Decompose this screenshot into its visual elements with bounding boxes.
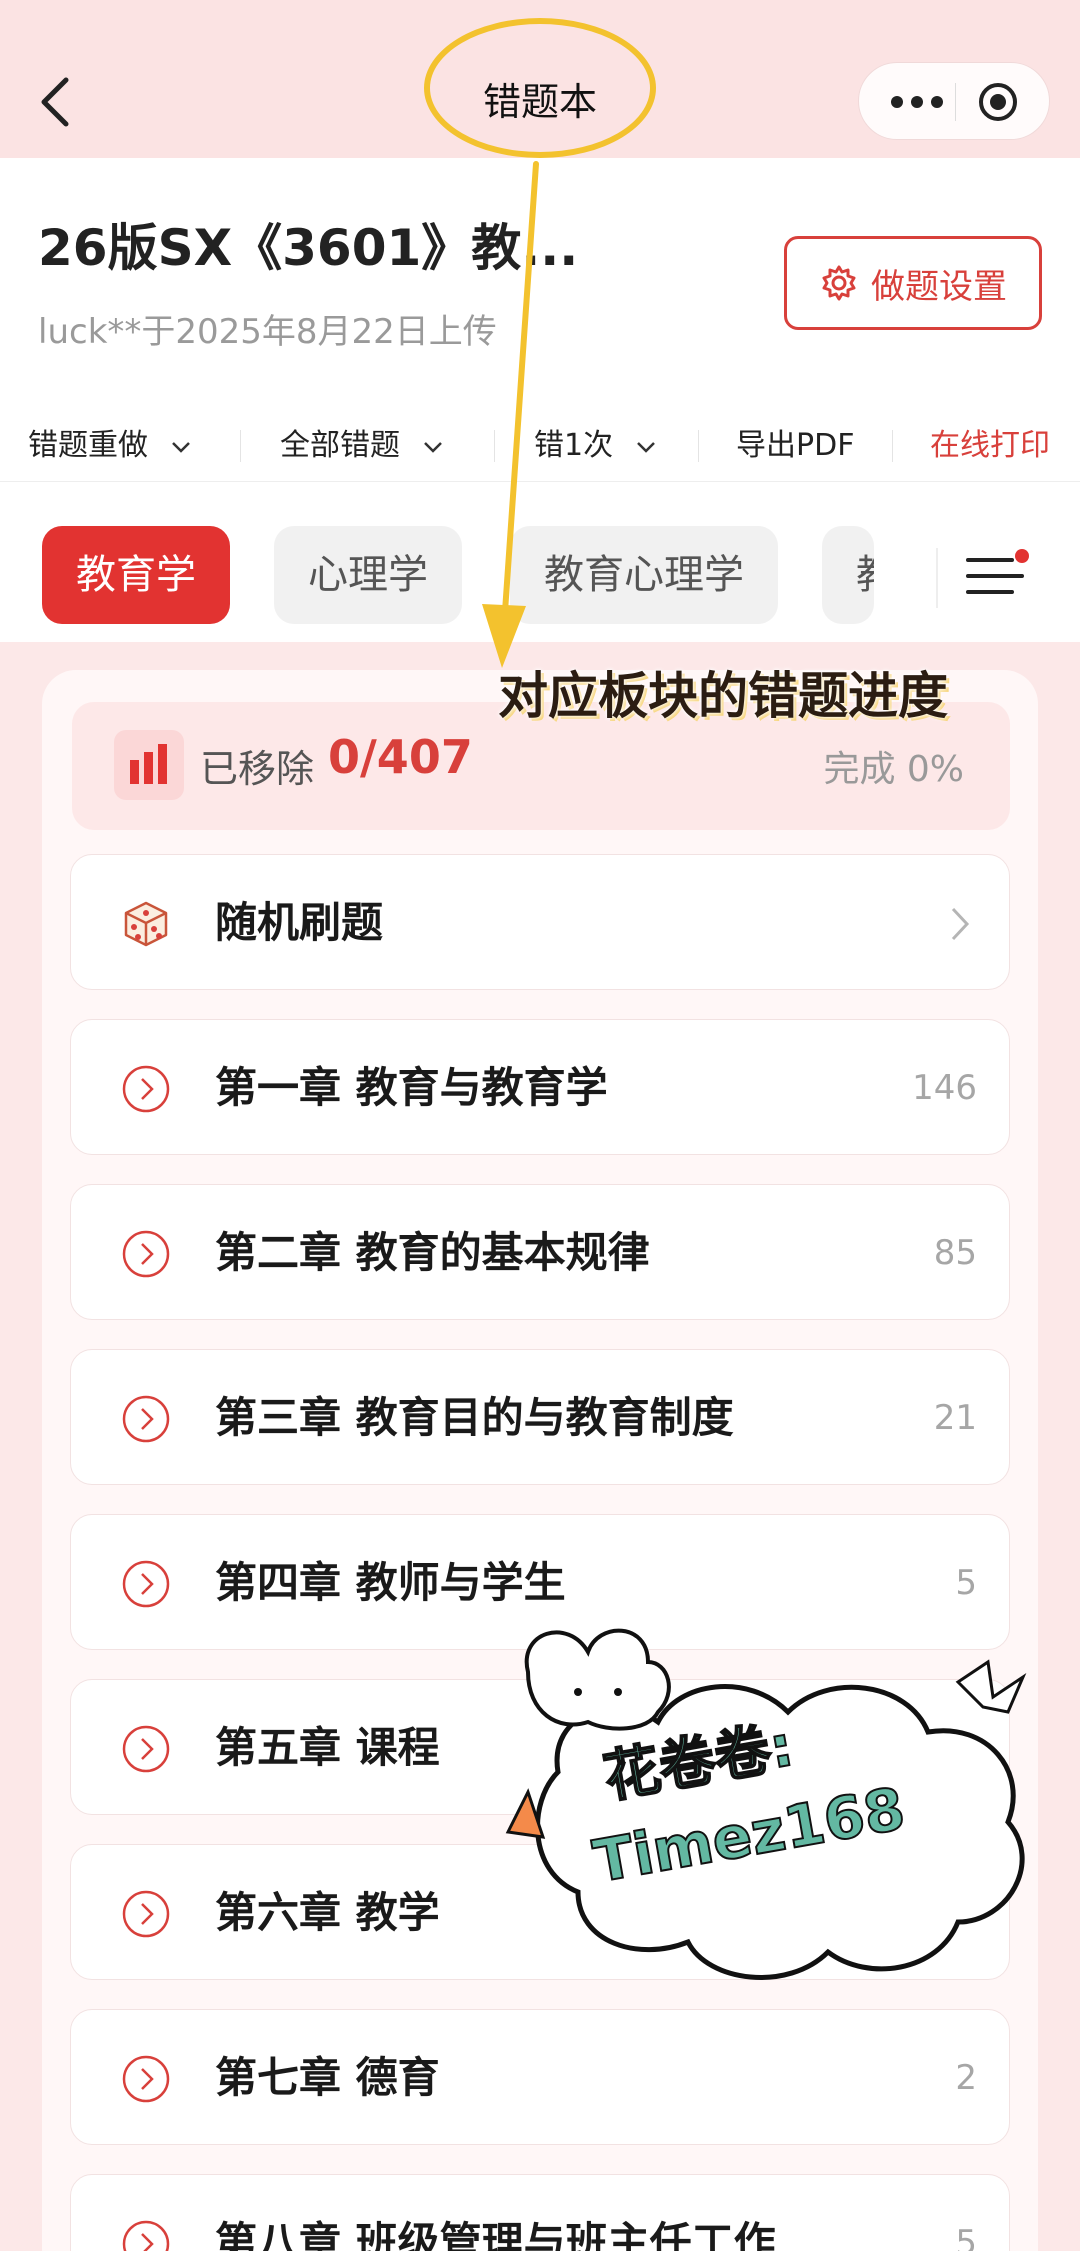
filter-label: 全部错题 — [280, 428, 400, 463]
play-circle-icon — [122, 1725, 170, 1773]
more-icon[interactable] — [889, 89, 945, 115]
filter-redo-dropdown[interactable]: 错题重做 — [28, 410, 192, 482]
removed-label: 已移除 — [200, 747, 315, 791]
chevron-down-icon — [423, 441, 442, 453]
filter-label: 错题重做 — [28, 428, 148, 463]
chapter-row[interactable]: 第二章 教育的基本规律 85 — [70, 1184, 1010, 1320]
mini-program-capsule — [858, 62, 1050, 140]
chapter-title: 第五章 课程 — [215, 1723, 440, 1772]
play-circle-icon — [122, 1230, 170, 1278]
removed-count: 0/407 — [328, 730, 473, 784]
menu-icon[interactable] — [960, 546, 1030, 606]
chevron-down-icon — [636, 441, 655, 453]
gear-icon — [822, 265, 856, 301]
chapter-row[interactable]: 第八章 班级管理与班主任工作 5 — [70, 2174, 1010, 2251]
filter-divider — [494, 430, 495, 462]
annotation-label: 对应板块的错题进度 — [498, 666, 948, 725]
play-circle-icon — [122, 2220, 170, 2251]
tab-educational-psychology[interactable]: 教育心理学 — [510, 526, 778, 624]
title-highlight-circle — [424, 18, 656, 158]
filter-divider — [698, 430, 699, 462]
chapter-title: 第三章 教育目的与教育制度 — [215, 1393, 734, 1442]
chapter-row[interactable]: 第一章 教育与教育学 146 — [70, 1019, 1010, 1155]
random-practice-label: 随机刷题 — [215, 898, 384, 947]
play-circle-icon — [122, 1890, 170, 1938]
chapter-title: 第七章 德育 — [215, 2053, 440, 2102]
filter-count-dropdown[interactable]: 错1次 — [534, 410, 657, 482]
chevron-down-icon — [171, 441, 190, 453]
completion-percent: 完成 0% — [823, 749, 964, 790]
random-practice-row[interactable]: 随机刷题 — [70, 854, 1010, 990]
capsule-divider — [955, 83, 956, 121]
bar-chart-icon — [114, 730, 184, 800]
chapter-title: 第六章 教学 — [215, 1888, 440, 1937]
chapter-count: 85 — [933, 1233, 977, 1273]
play-circle-icon — [122, 1065, 170, 1113]
filter-all-dropdown[interactable]: 全部错题 — [280, 410, 444, 482]
play-circle-icon — [122, 1560, 170, 1608]
filter-label: 错1次 — [534, 428, 614, 463]
quiz-settings-button[interactable]: 做题设置 — [784, 236, 1042, 330]
chapter-count: 146 — [912, 1068, 977, 1108]
tab-education[interactable]: 教育学 — [42, 526, 230, 624]
watermark-sticker-icon: 花卷卷: Timez168 — [505, 1628, 1027, 1980]
filter-row: 错题重做 全部错题 错1次 导出PDF 在线打印 — [0, 410, 1080, 482]
filter-divider — [240, 430, 241, 462]
chapter-count: 21 — [933, 1398, 977, 1438]
settings-label: 做题设置 — [871, 266, 1007, 307]
online-print-link[interactable]: 在线打印 — [930, 410, 1050, 482]
chapter-row[interactable]: 第七章 德育 2 — [70, 2009, 1010, 2145]
chapter-count: 5 — [955, 2223, 977, 2251]
tab-psychology[interactable]: 心理学 — [274, 526, 462, 624]
tabs-divider — [936, 548, 938, 608]
chapter-title: 第二章 教育的基本规律 — [215, 1228, 650, 1277]
document-header: 26版SX《3601》教... luck**于2025年8月22日上传 做题设置… — [0, 158, 1080, 642]
play-circle-icon — [122, 1395, 170, 1443]
play-circle-icon — [122, 2055, 170, 2103]
chapter-title: 第八章 班级管理与班主任工作 — [215, 2218, 776, 2251]
filter-divider — [892, 430, 893, 462]
subject-tabs: 教育学 心理学 教育心理学 教 — [0, 502, 1080, 642]
chapter-count: 2 — [955, 2058, 977, 2098]
dice-icon — [124, 901, 168, 947]
chapter-title: 第一章 教育与教育学 — [215, 1063, 608, 1112]
export-pdf-link[interactable]: 导出PDF — [736, 410, 854, 482]
tab-more-partial[interactable]: 教 — [822, 526, 874, 624]
top-nav-bar: 错题本 — [0, 0, 1080, 158]
chevron-right-icon — [951, 907, 970, 941]
document-title: 26版SX《3601》教... — [38, 219, 579, 277]
close-target-icon[interactable] — [977, 81, 1019, 123]
uploader-info: luck**于2025年8月22日上传 — [38, 312, 497, 352]
chapter-row[interactable]: 第三章 教育目的与教育制度 21 — [70, 1349, 1010, 1485]
